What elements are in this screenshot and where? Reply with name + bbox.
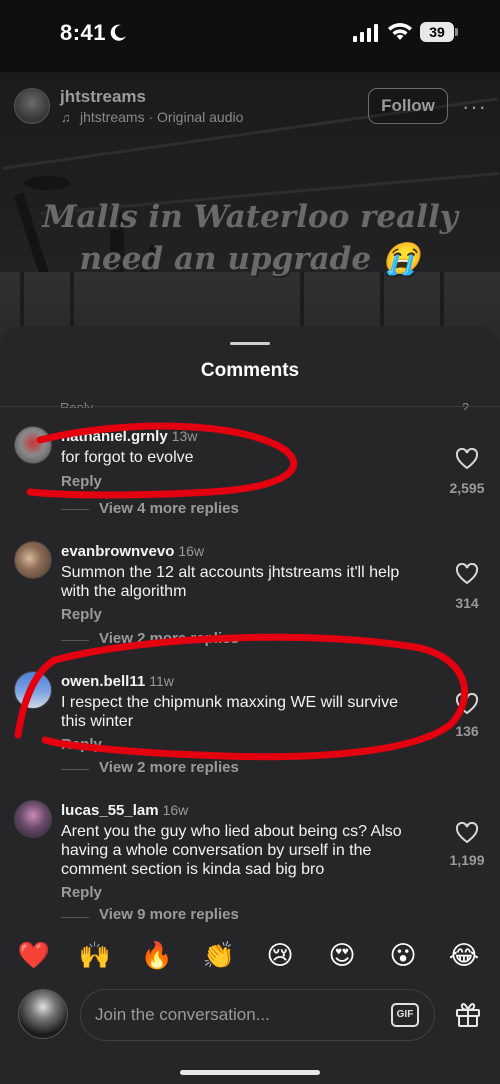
emoji-button[interactable]: 😍 (322, 940, 362, 971)
replies-divider (61, 640, 89, 641)
emoji-button[interactable]: 😢 (260, 940, 300, 971)
emoji-button[interactable]: 😂 (444, 940, 484, 971)
view-replies-button[interactable]: View 2 more replies (99, 759, 239, 776)
gift-icon[interactable] (454, 1000, 482, 1028)
heart-icon[interactable] (455, 693, 479, 715)
comment-username[interactable]: lucas_55_lam 16w (61, 802, 188, 819)
commenter-avatar[interactable] (14, 800, 52, 838)
video-caption: Malls in Waterloo really need an upgrade… (42, 199, 458, 277)
sheet-grabber[interactable] (230, 342, 270, 345)
like-count: 136 (455, 723, 479, 739)
replies-divider (61, 917, 89, 918)
like-count: 314 (455, 595, 479, 611)
comment-username-text[interactable]: lucas_55_lam (61, 802, 159, 819)
heart-icon[interactable] (455, 448, 479, 470)
comments-title: Comments (200, 360, 300, 381)
emoji-button[interactable]: 🙌 (75, 940, 115, 971)
emoji-button[interactable]: 😮 (383, 940, 423, 971)
commenter-avatar[interactable] (14, 671, 52, 709)
comment-username[interactable]: evanbrownvevo 16w (61, 543, 204, 560)
battery-tip (455, 28, 458, 36)
comment-text: I respect the chipmunk maxxing WE will s… (61, 694, 398, 730)
music-note-icon: ♫ (61, 110, 71, 125)
heart-icon[interactable] (455, 822, 479, 844)
comment-time: 11w (149, 673, 174, 689)
signal-icon (353, 24, 378, 42)
reply-button[interactable]: Reply (61, 473, 102, 490)
audio-label[interactable]: jhtstreams · Original audio (80, 109, 243, 125)
creator-avatar[interactable] (14, 88, 50, 124)
gif-icon[interactable]: GIF (391, 1003, 419, 1027)
view-replies-button[interactable]: View 2 more replies (99, 630, 239, 647)
status-time: 8:41 (60, 20, 107, 45)
comment-time: 13w (171, 428, 198, 444)
status-bar: 8:41 39 (0, 0, 500, 72)
comment-text: Arent you the guy who lied about being c… (61, 823, 402, 878)
post-header: jhtstreams ♫ jhtstreams · Original audio… (0, 84, 500, 134)
reply-button[interactable]: Reply (61, 736, 102, 753)
moon-icon (110, 24, 126, 41)
comment-username[interactable]: nathaniel.grnly 13w (61, 428, 197, 445)
comment-time: 16w (162, 802, 189, 818)
view-replies-button[interactable]: View 4 more replies (99, 500, 239, 517)
home-indicator[interactable] (180, 1070, 320, 1075)
comment-input[interactable] (80, 989, 435, 1041)
comment-username[interactable]: owen.bell11 11w (61, 673, 174, 690)
comment-text: Summon the 12 alt accounts jhtstreams it… (61, 564, 400, 600)
replies-divider (61, 769, 89, 770)
comment-time: 16w (178, 543, 205, 559)
comment-username-text[interactable]: owen.bell11 (61, 673, 145, 690)
replies-divider (61, 509, 89, 510)
emoji-button[interactable]: 👏 (199, 940, 239, 971)
like-count: 1,199 (449, 852, 485, 868)
emoji-button[interactable]: ❤️ (14, 940, 54, 971)
sheet-divider (0, 406, 500, 407)
reply-button[interactable]: Reply (61, 884, 102, 901)
follow-button[interactable]: Follow (368, 88, 448, 124)
comment-username-text[interactable]: nathaniel.grnly (61, 428, 168, 445)
reply-button[interactable]: Reply (61, 606, 102, 623)
comment-composer: GIF (0, 984, 500, 1044)
more-icon[interactable]: ··· (462, 94, 487, 120)
my-avatar (18, 989, 68, 1039)
wifi-icon (388, 23, 412, 40)
emoji-button[interactable]: 🔥 (137, 940, 177, 971)
creator-username[interactable]: jhtstreams (60, 87, 146, 107)
commenter-avatar[interactable] (14, 541, 52, 579)
battery-icon: 39 (420, 22, 454, 42)
emoji-reaction-bar: ❤️ 🙌 🔥 👏 😢 😍 😮 😂 (0, 940, 500, 980)
like-count: 2,595 (449, 480, 485, 496)
comment-text: for forgot to evolve (61, 449, 194, 466)
comment-username-text[interactable]: evanbrownvevo (61, 543, 174, 560)
commenter-avatar[interactable] (14, 426, 52, 464)
heart-icon[interactable] (455, 563, 479, 585)
view-replies-button[interactable]: View 9 more replies (99, 906, 239, 923)
clipped-like-count: 2 (462, 400, 470, 410)
